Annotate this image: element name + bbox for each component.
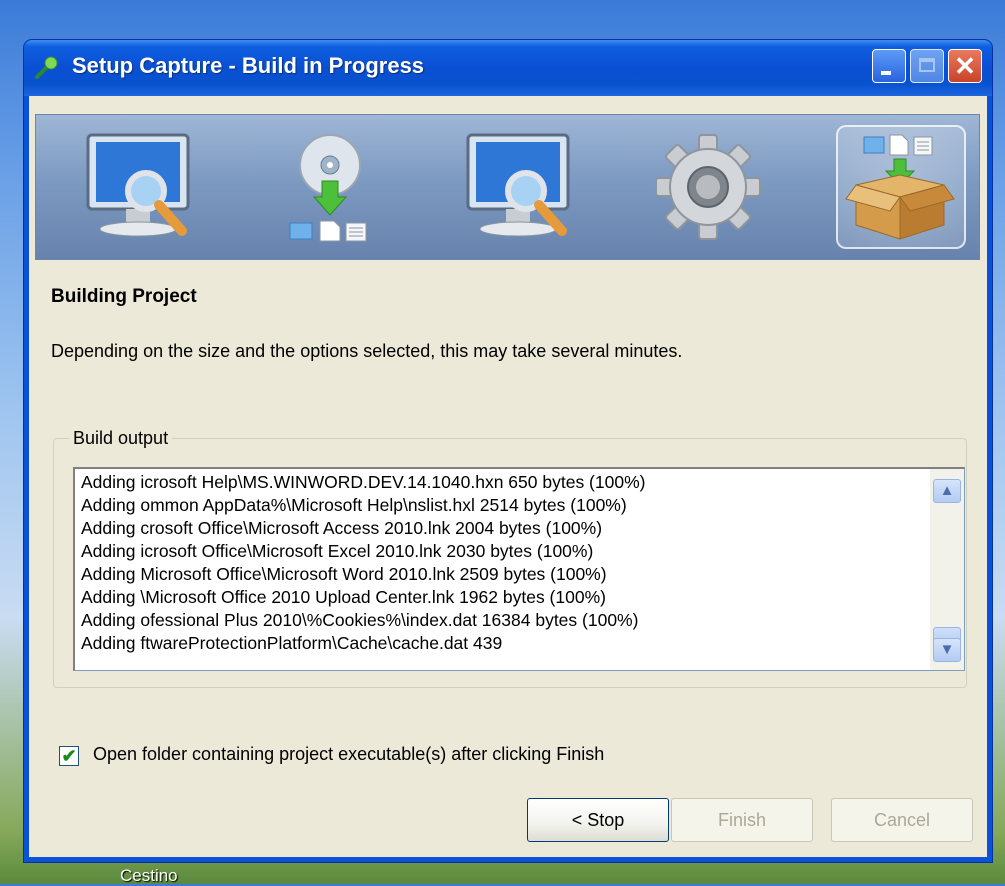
maximize-icon	[919, 58, 935, 72]
section-description: Depending on the size and the options se…	[51, 341, 683, 361]
minimize-button[interactable]	[872, 49, 906, 83]
desktop-icon-label[interactable]: Cestino	[120, 866, 178, 886]
monitor-magnifier-icon	[466, 133, 570, 237]
step-configure	[644, 125, 774, 249]
window-title: Setup Capture - Build in Progress	[72, 53, 425, 78]
dialog-client-area: Building Project Depending on the size a…	[29, 96, 987, 857]
app-icon	[35, 56, 58, 79]
close-button[interactable]: ✕	[948, 49, 982, 83]
monitor-magnifier-icon	[86, 133, 190, 237]
step-install-capture	[264, 125, 394, 249]
checkmark-icon: ✔	[61, 746, 77, 766]
scroll-up-button[interactable]: ▲	[933, 479, 961, 503]
step-monitor-scan-2	[454, 125, 584, 249]
section-title: Building Project	[51, 286, 197, 307]
open-folder-label[interactable]: Open folder containing project executabl…	[93, 744, 604, 765]
list-item[interactable]: Adding icrosoft Office\Microsoft Excel 2…	[81, 540, 924, 563]
build-output-legend: Build output	[69, 428, 173, 449]
list-item[interactable]: Adding ofessional Plus 2010\%Cookies%\in…	[81, 609, 924, 632]
stop-button[interactable]: < Stop	[527, 798, 669, 842]
open-folder-checkbox[interactable]: ✔	[59, 746, 79, 766]
chevron-down-icon: ▼	[939, 641, 955, 658]
cancel-button: Cancel	[831, 798, 973, 842]
list-item[interactable]: Adding crosoft Office\Microsoft Access 2…	[81, 517, 924, 540]
scroll-down-button[interactable]: ▼	[933, 638, 961, 662]
minimize-icon	[881, 71, 891, 75]
list-item[interactable]: Adding \Microsoft Office 2010 Upload Cen…	[81, 586, 924, 609]
wizard-steps-banner	[35, 114, 980, 260]
step-build-package	[836, 125, 966, 249]
package-box-icon	[845, 134, 955, 240]
build-output-list[interactable]: Adding icrosoft Help\MS.WINWORD.DEV.14.1…	[73, 467, 965, 671]
list-item[interactable]: Adding ommon AppData%\Microsoft Help\nsl…	[81, 494, 924, 517]
cd-install-files-icon	[289, 134, 367, 242]
chevron-up-icon: ▲	[939, 482, 955, 499]
close-icon: ✕	[954, 51, 976, 81]
list-item[interactable]: Adding ftwareProtectionPlatform\Cache\ca…	[81, 632, 924, 655]
setup-capture-window: Setup Capture - Build in Progress ✕ Buil…	[24, 40, 992, 862]
gear-icon	[655, 134, 761, 240]
title-bar[interactable]: Setup Capture - Build in Progress ✕	[24, 40, 992, 96]
build-output-lines: Adding icrosoft Help\MS.WINWORD.DEV.14.1…	[81, 471, 924, 655]
finish-button: Finish	[671, 798, 813, 842]
step-monitor-scan-1	[74, 125, 204, 249]
maximize-button	[910, 49, 944, 83]
vertical-scrollbar[interactable]: ▲ ▼	[930, 469, 964, 670]
list-item[interactable]: Adding Microsoft Office\Microsoft Word 2…	[81, 563, 924, 586]
list-item[interactable]: Adding icrosoft Help\MS.WINWORD.DEV.14.1…	[81, 471, 924, 494]
